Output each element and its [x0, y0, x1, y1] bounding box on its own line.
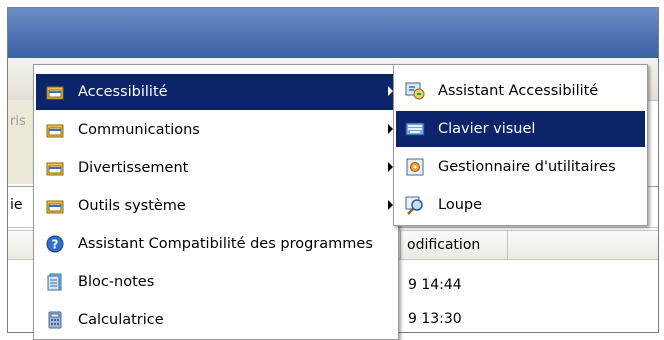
background-text-fragment: ris [10, 114, 26, 129]
menu-item-assistant-compatibilite[interactable]: ? Assistant Compatibilité des programmes [36, 226, 396, 262]
programs-menu: Accessibilité Communications Divertissem… [33, 64, 399, 340]
help-icon: ? [45, 234, 65, 254]
magnifier-icon [405, 195, 425, 215]
menu-item-label: Loupe [438, 197, 483, 213]
menu-item-communications[interactable]: Communications [36, 112, 396, 148]
list-item[interactable]: 9 13:30 [408, 308, 462, 330]
menu-item-assistant-accessibilite[interactable]: Assistant Accessibilité [396, 73, 645, 109]
utility-manager-icon [405, 157, 425, 177]
menu-item-label: Communications [78, 122, 200, 138]
program-group-icon [45, 82, 65, 102]
menu-item-label: Divertissement [78, 160, 189, 176]
window-titlebar [8, 8, 658, 58]
svg-text:?: ? [52, 238, 59, 252]
notepad-icon [45, 272, 65, 292]
accessibility-wizard-icon [405, 81, 425, 101]
calculator-icon [45, 310, 65, 330]
menu-item-divertissement[interactable]: Divertissement [36, 150, 396, 186]
program-group-icon [45, 196, 65, 216]
menu-item-label: Assistant Accessibilité [438, 83, 599, 99]
menu-item-label: Gestionnaire d'utilitaires [438, 159, 616, 175]
menu-item-bloc-notes[interactable]: Bloc-notes [36, 264, 396, 300]
menu-item-loupe[interactable]: Loupe [396, 187, 645, 223]
menu-item-label: Assistant Compatibilité des programmes [78, 236, 373, 252]
accessibility-submenu: Assistant Accessibilité Clavier visuel G… [393, 64, 648, 226]
menu-item-label: Outils système [78, 198, 186, 214]
menu-item-label: Bloc-notes [78, 274, 155, 290]
menu-item-label: Calculatrice [78, 312, 164, 328]
keyboard-icon [405, 119, 425, 139]
menu-item-clavier-visuel[interactable]: Clavier visuel [396, 111, 645, 147]
menu-item-gestionnaire-utilitaires[interactable]: Gestionnaire d'utilitaires [396, 149, 645, 185]
menu-item-label: Clavier visuel [438, 121, 536, 137]
menu-item-outils-systeme[interactable]: Outils système [36, 188, 396, 224]
menu-item-accessibilite[interactable]: Accessibilité [36, 74, 396, 110]
menu-item-label: Accessibilité [78, 84, 168, 100]
menu-item-calculatrice[interactable]: Calculatrice [36, 302, 396, 338]
list-item[interactable]: 9 14:44 [408, 274, 462, 296]
column-header-modified[interactable]: odification [400, 231, 508, 259]
address-text-fragment: ie [10, 197, 23, 213]
program-group-icon [45, 158, 65, 178]
program-group-icon [45, 120, 65, 140]
